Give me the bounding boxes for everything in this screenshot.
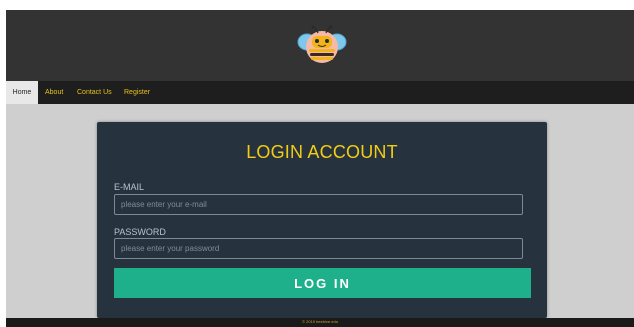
main-nav: Home About Contact Us Register <box>6 81 634 104</box>
bee-icon[interactable] <box>297 22 347 70</box>
nav-item-home[interactable]: Home <box>6 81 38 104</box>
nav-item-contact-us[interactable]: Contact Us <box>73 81 116 104</box>
email-input[interactable] <box>114 194 523 215</box>
page: Home About Contact Us Register LOGIN ACC… <box>6 10 634 327</box>
nav-item-register[interactable]: Register <box>120 81 154 104</box>
password-input[interactable] <box>114 238 523 259</box>
login-title: LOGIN ACCOUNT <box>246 142 398 162</box>
footer-text: © 2019 beehive.edu <box>302 319 338 324</box>
site-footer: © 2019 beehive.edu <box>6 318 634 327</box>
site-header <box>6 10 634 81</box>
password-label: PASSWORD <box>114 227 166 237</box>
login-button[interactable]: LOG IN <box>114 268 531 298</box>
email-label: E-MAIL <box>114 182 145 192</box>
nav-item-about[interactable]: About <box>41 81 67 104</box>
login-card: LOGIN ACCOUNT E-MAIL PASSWORD LOG IN <box>97 122 547 318</box>
